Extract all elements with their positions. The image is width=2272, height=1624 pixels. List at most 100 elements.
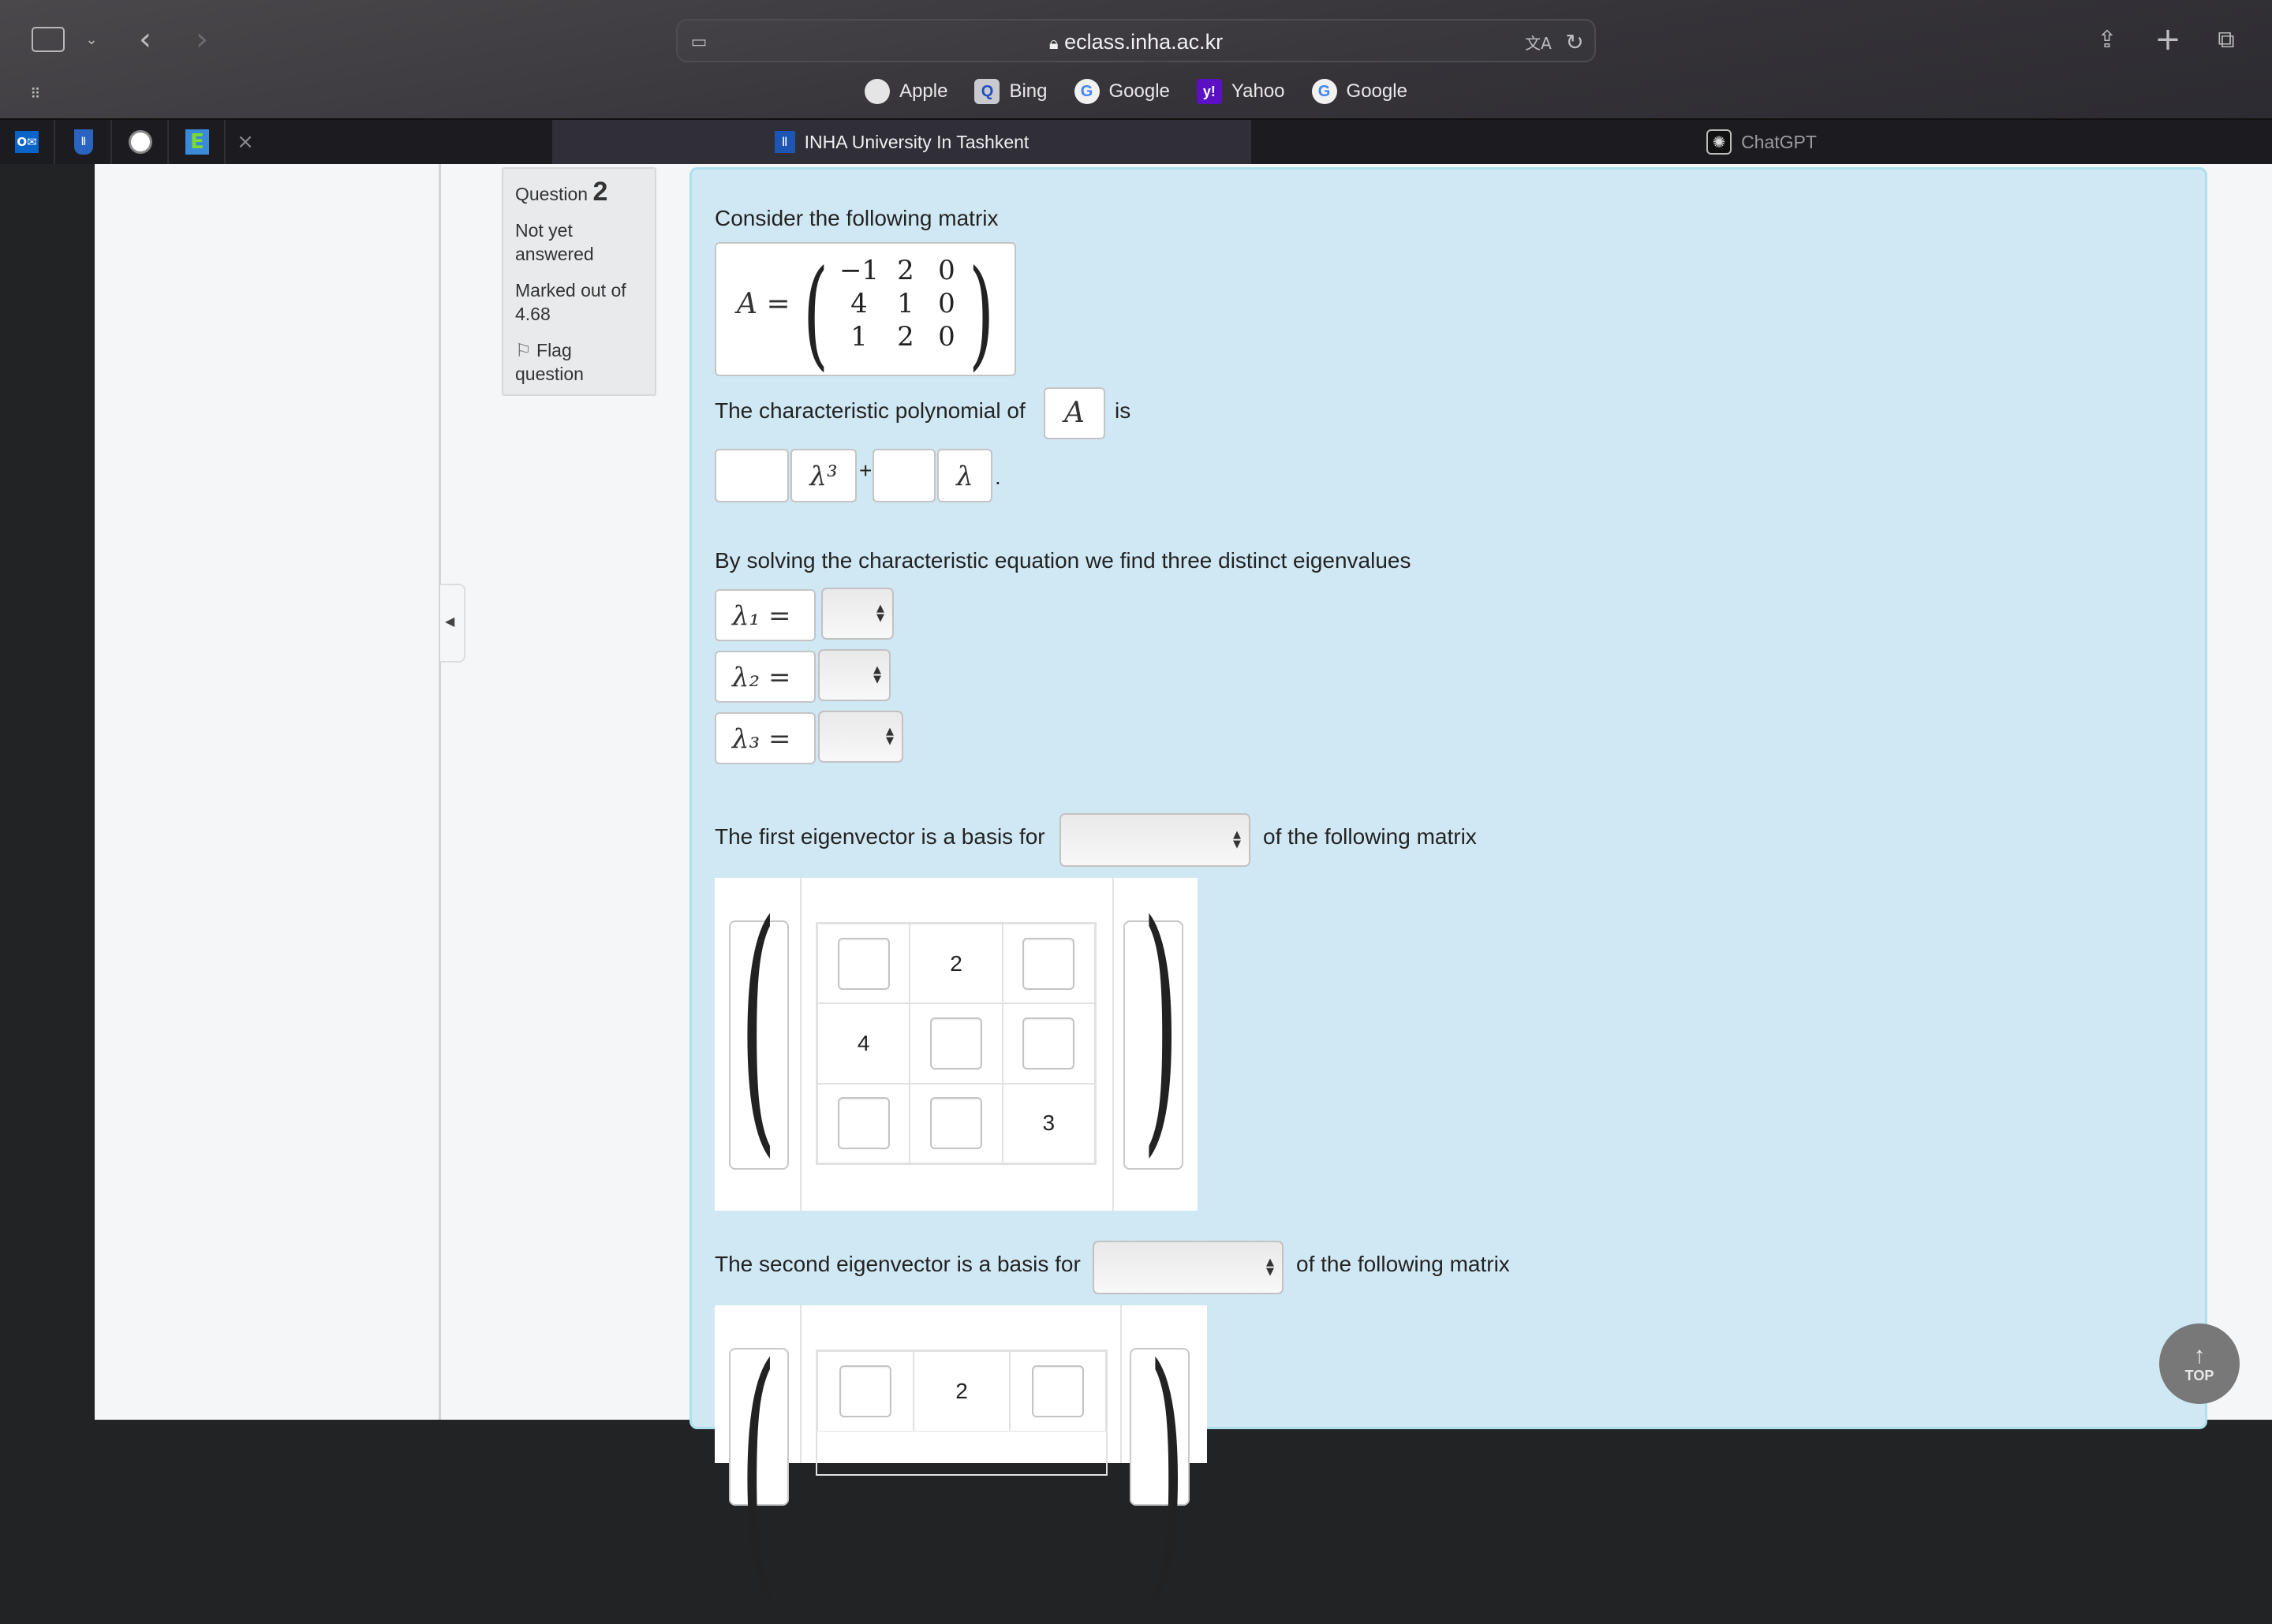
plus-sign: + bbox=[859, 458, 873, 483]
matrix-a-entry: 2 bbox=[897, 255, 914, 286]
drawer-divider bbox=[439, 164, 441, 1420]
matrix-entry-value: 2 bbox=[955, 1379, 968, 1403]
apple-icon bbox=[865, 79, 891, 104]
left-paren: ( bbox=[803, 245, 829, 383]
question-number: 2 bbox=[592, 177, 608, 207]
first-matrix-grid: 2 4 3 bbox=[816, 922, 1097, 1165]
google-icon: G bbox=[1311, 79, 1337, 104]
reload-icon[interactable]: ↻ bbox=[1563, 29, 1586, 55]
first-eig-after: of the following matrix bbox=[1263, 824, 1477, 849]
close-icon[interactable]: × bbox=[234, 128, 257, 156]
question-content: Consider the following matrix A = ( −1 2 0… bbox=[689, 167, 2207, 1602]
matrix-a-entry: −1 bbox=[839, 255, 880, 286]
lambda-label: λ bbox=[937, 449, 992, 502]
select-arrows-icon: ▲ ▼ bbox=[1266, 1256, 1274, 1278]
pinned-tab-e[interactable]: E bbox=[170, 120, 226, 164]
drawer-toggle[interactable]: ◀ bbox=[440, 584, 465, 663]
is-text: is bbox=[1115, 398, 1131, 423]
browser-toolbar: ⌄ ‹ › ⠿ ▭ 🔒︎ eclass.inha.ac.kr 文A ↻ ⇪ + … bbox=[0, 0, 2272, 118]
question-marks: Marked out of 4.68 bbox=[515, 280, 626, 324]
matrix-a-entry: 1 bbox=[850, 321, 868, 353]
pinned-tab-outlook[interactable]: O✉ bbox=[0, 120, 55, 164]
chevron-down-icon[interactable]: ⌄ bbox=[82, 28, 101, 50]
tab-chatgpt[interactable]: ✺ ChatGPT bbox=[1251, 120, 2272, 164]
matrix-a-entries: −1 2 0 4 1 0 1 2 0 bbox=[833, 255, 967, 353]
google-icon: G bbox=[1074, 79, 1100, 104]
favorite-bing[interactable]: Q Bing bbox=[974, 79, 1048, 104]
matrix-entry-input[interactable] bbox=[1022, 1017, 1075, 1070]
matrix-cell bbox=[910, 1003, 1003, 1084]
favorite-yahoo[interactable]: y! Yahoo bbox=[1196, 79, 1285, 104]
yahoo-icon: y! bbox=[1196, 79, 1222, 104]
favorite-google-2[interactable]: G Google bbox=[1311, 79, 1407, 104]
second-eig-text: The second eigenvector is a basis for bbox=[715, 1252, 1081, 1276]
lambda2-select[interactable]: ▲ ▼ bbox=[818, 649, 891, 701]
matrix-cell: 2 bbox=[910, 924, 1003, 1004]
page-content: ◀ Question 2 Not yet answered Marked out… bbox=[95, 164, 2272, 1602]
lambda3-label: λ³ bbox=[790, 449, 857, 502]
flag-question[interactable]: ⚐ Flag question bbox=[515, 338, 643, 386]
second-eig-after: of the following matrix bbox=[1296, 1252, 1510, 1276]
matrix-a-entry: 0 bbox=[938, 255, 955, 286]
tab-inha[interactable]: Ⅱ INHA University In Tashkent bbox=[552, 120, 1251, 164]
forward-icon[interactable]: › bbox=[189, 21, 215, 58]
address-bar[interactable]: ▭ 🔒︎ eclass.inha.ac.kr 文A ↻ bbox=[676, 19, 1596, 62]
favorite-google[interactable]: G Google bbox=[1074, 79, 1170, 104]
matrix-entry-input[interactable] bbox=[1032, 1365, 1084, 1417]
chatgpt-icon: ✺ bbox=[1706, 129, 1732, 155]
lambda2-label: λ₂ = bbox=[715, 651, 816, 703]
sidebar-toggle-icon[interactable] bbox=[32, 27, 65, 52]
matrix-entry-input[interactable] bbox=[837, 1097, 890, 1150]
matrix-entry-input[interactable] bbox=[839, 1365, 891, 1417]
tab-bar: O✉ Ⅱ E × Ⅱ INHA University In Tashkent ✺… bbox=[0, 118, 2272, 164]
second-matrix: ( 2 ) bbox=[715, 1305, 1207, 1602]
seal-icon bbox=[129, 130, 152, 154]
pinned-tab-inha[interactable]: Ⅱ bbox=[57, 120, 112, 164]
char-poly-text: The characteristic polynomial of bbox=[715, 398, 1026, 423]
right-paren-box: ) bbox=[1123, 890, 1183, 1170]
share-icon[interactable]: ⇪ bbox=[2095, 24, 2119, 55]
inha-tab-icon: Ⅱ bbox=[774, 131, 795, 153]
matrix-entry-value: 4 bbox=[857, 1030, 870, 1055]
period: . bbox=[995, 465, 1001, 489]
matrix-entry-value: 2 bbox=[950, 950, 962, 976]
first-eig-text: The first eigenvector is a basis for bbox=[715, 824, 1045, 849]
lambda3-select[interactable]: ▲ ▼ bbox=[818, 711, 903, 763]
matrix-cell bbox=[1002, 924, 1095, 1004]
favorite-apple[interactable]: Apple bbox=[865, 79, 947, 104]
url-text: eclass.inha.ac.kr bbox=[1064, 30, 1224, 54]
inha-icon: Ⅱ bbox=[74, 129, 93, 155]
lambda1-select[interactable]: ▲ ▼ bbox=[821, 588, 894, 640]
coef1-input[interactable] bbox=[715, 449, 789, 502]
pinned-tab-seal[interactable] bbox=[114, 120, 169, 164]
select-arrows-icon: ▲ ▼ bbox=[876, 603, 884, 624]
matrix-a-entry: 0 bbox=[938, 288, 955, 319]
select-arrows-icon: ▲ ▼ bbox=[886, 726, 894, 747]
var-a-box: A bbox=[1044, 387, 1105, 439]
matrix-entry-input[interactable] bbox=[837, 937, 890, 990]
lock-icon: 🔒︎ bbox=[1048, 33, 1059, 53]
second-matrix-grid: 2 bbox=[816, 1350, 1108, 1476]
matrix-entry-value: 3 bbox=[1042, 1111, 1056, 1136]
favorites-bar: Apple Q Bing G Google y! Yahoo G Google bbox=[0, 79, 2272, 104]
back-to-top-button[interactable]: ↑ TOP bbox=[2159, 1323, 2240, 1404]
question-status: Not yet answered bbox=[515, 220, 594, 264]
second-space-select[interactable]: ▲ ▼ bbox=[1093, 1241, 1284, 1294]
matrix-entry-input[interactable] bbox=[1022, 937, 1075, 990]
coef2-input[interactable] bbox=[873, 449, 936, 502]
first-space-select[interactable]: ▲ ▼ bbox=[1059, 813, 1250, 867]
intro-text: Consider the following matrix bbox=[715, 206, 999, 230]
outlook-icon: O✉ bbox=[15, 131, 39, 153]
matrix-entry-input[interactable] bbox=[929, 1017, 982, 1070]
left-paren-box: ( bbox=[729, 1334, 789, 1602]
flag-icon: ⚐ bbox=[515, 340, 532, 360]
right-paren-box: ) bbox=[1130, 1334, 1190, 1602]
left-paren-box: ( bbox=[729, 890, 789, 1170]
tabs-icon[interactable]: ⧉ bbox=[2212, 25, 2240, 54]
first-matrix: ( 2 4 3 ) bbox=[715, 878, 1198, 1211]
matrix-entry-input[interactable] bbox=[929, 1097, 982, 1150]
matrix-a: A = ( −1 2 0 4 1 0 1 2 0 ) bbox=[715, 242, 1016, 383]
translate-icon[interactable]: 文A bbox=[1523, 30, 1553, 54]
new-tab-icon[interactable]: + bbox=[2154, 21, 2182, 58]
back-icon[interactable]: ‹ bbox=[133, 21, 158, 58]
